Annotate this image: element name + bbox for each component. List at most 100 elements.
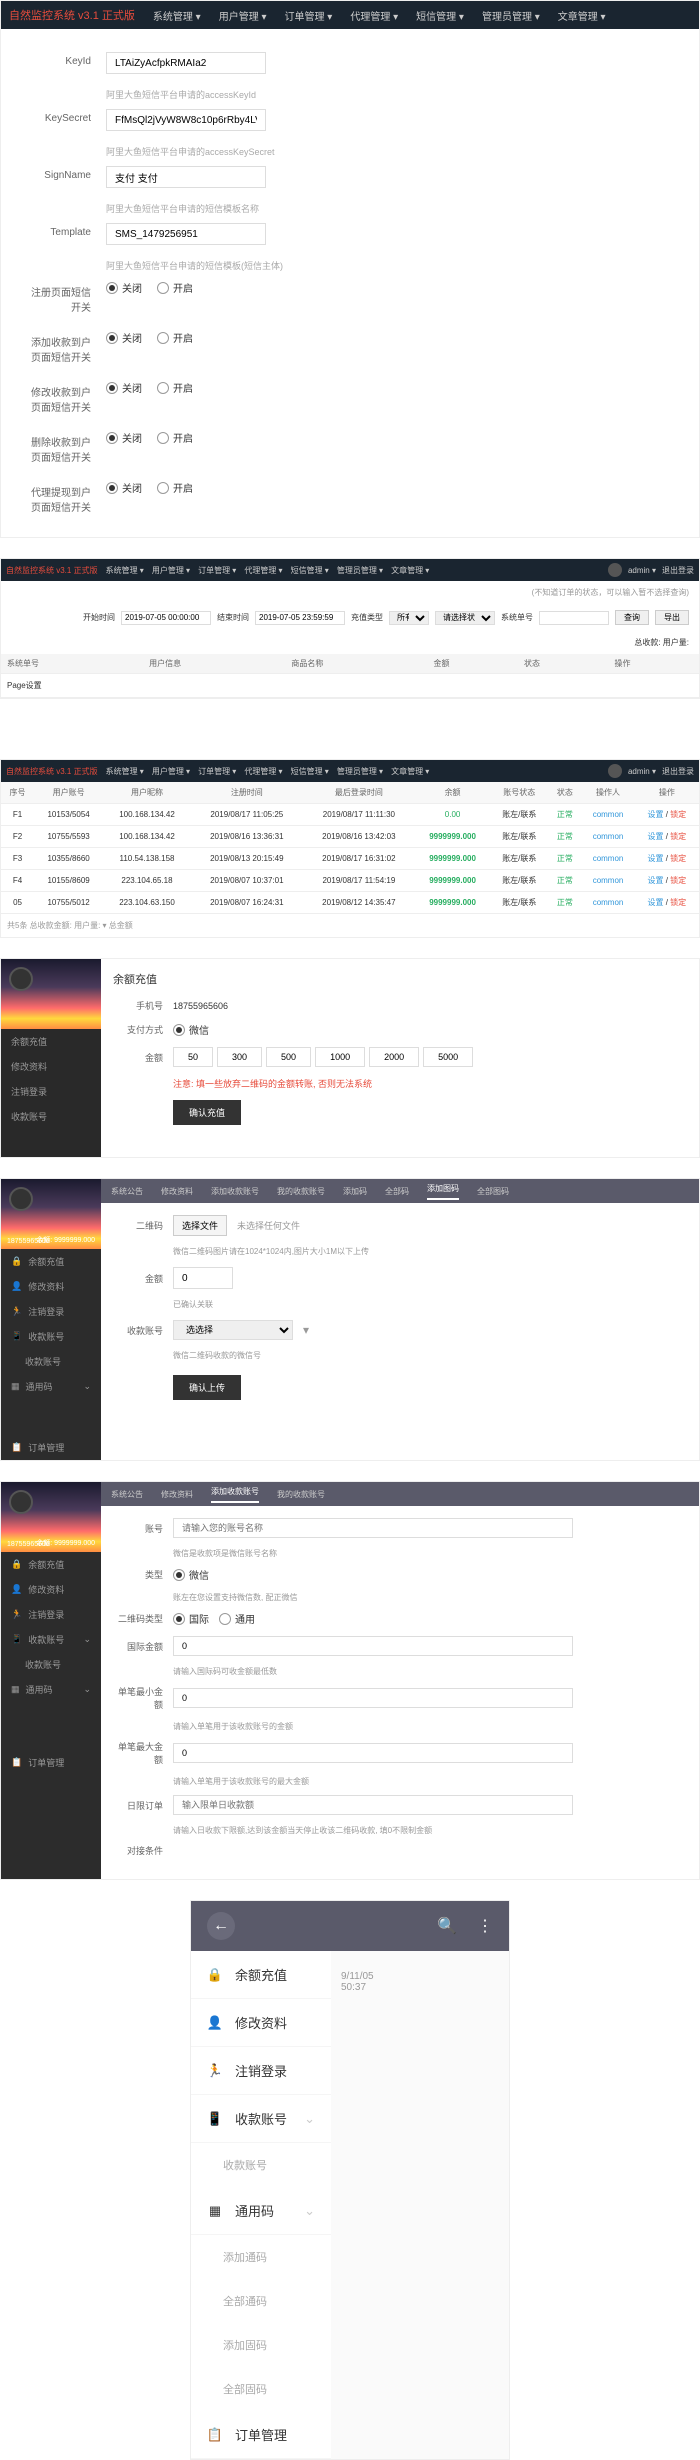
tab-2[interactable]: 添加收款账号 bbox=[211, 1186, 259, 1197]
avatar-icon[interactable] bbox=[608, 764, 622, 778]
order-input[interactable] bbox=[539, 611, 609, 625]
nav-system[interactable]: 系统管理 ▾ bbox=[145, 4, 209, 27]
sb-orders[interactable]: 📋 订单管理 bbox=[1, 1435, 101, 1460]
sb2-codes[interactable]: ▦ 通用码 ⌄ bbox=[1, 1677, 101, 1702]
search-button[interactable]: 查询 bbox=[615, 610, 649, 625]
tab3-3[interactable]: 我的收款账号 bbox=[277, 1489, 325, 1500]
amount-5000-button[interactable]: 5000 bbox=[423, 1047, 473, 1067]
radio-off[interactable]: 关闭 bbox=[106, 380, 142, 395]
file-select-button[interactable]: 选择文件 bbox=[173, 1215, 227, 1236]
sidebar-logout[interactable]: 注销登录 bbox=[1, 1079, 101, 1104]
tab-0[interactable]: 系统公告 bbox=[111, 1186, 143, 1197]
status2-select[interactable]: 请选择状态 bbox=[435, 611, 495, 625]
nav-admin[interactable]: 管理员管理 ▾ bbox=[474, 4, 548, 27]
table-row[interactable]: 0510755/5012223.104.63.1502019/08/07 16:… bbox=[1, 892, 699, 914]
radio-on[interactable]: 开启 bbox=[157, 280, 193, 295]
nav-article[interactable]: 文章管理 ▾ bbox=[550, 4, 614, 27]
sb-accounts[interactable]: 📱 收款账号 bbox=[1, 1324, 101, 1349]
sb2-logout[interactable]: 🏃 注销登录 bbox=[1, 1602, 101, 1627]
minlimit-input[interactable] bbox=[173, 1688, 573, 1708]
tab-1[interactable]: 修改资料 bbox=[161, 1186, 193, 1197]
nav-agent[interactable]: 代理管理 ▾ bbox=[342, 4, 406, 27]
mobile-subitem[interactable]: 收款账号 bbox=[191, 2143, 331, 2187]
type-radio[interactable]: 微信 bbox=[173, 1567, 209, 1582]
nav2-2[interactable]: 用户管理 ▾ bbox=[152, 565, 190, 576]
maxlimit-input[interactable] bbox=[173, 1743, 573, 1763]
sb2-profile[interactable]: 👤 修改资料 bbox=[1, 1577, 101, 1602]
radio-on[interactable]: 开启 bbox=[157, 380, 193, 395]
nav-user[interactable]: 用户管理 ▾ bbox=[211, 4, 275, 27]
end-date-input[interactable] bbox=[255, 611, 345, 625]
amount-input[interactable] bbox=[173, 1267, 233, 1289]
sb-logout[interactable]: 🏃 注销登录 bbox=[1, 1299, 101, 1324]
export-button[interactable]: 导出 bbox=[655, 610, 689, 625]
radio-off[interactable]: 关闭 bbox=[106, 480, 142, 495]
amount-300-button[interactable]: 300 bbox=[217, 1047, 262, 1067]
tab-5[interactable]: 全部码 bbox=[385, 1186, 409, 1197]
avatar-icon[interactable] bbox=[9, 1187, 33, 1211]
recharge-submit-button[interactable]: 确认充值 bbox=[173, 1100, 241, 1125]
mobile-item[interactable]: 🏃注销登录 bbox=[191, 2047, 331, 2095]
sb-recharge[interactable]: 🔒 余额充值 bbox=[1, 1249, 101, 1274]
minmax-input[interactable] bbox=[173, 1636, 573, 1656]
table-row[interactable]: F410155/8609223.104.65.182019/08/07 10:3… bbox=[1, 870, 699, 892]
nav2-1[interactable]: 系统管理 ▾ bbox=[106, 565, 144, 576]
sb2-recharge[interactable]: 🔒 余额充值 bbox=[1, 1552, 101, 1577]
radio-on[interactable]: 开启 bbox=[157, 430, 193, 445]
sb2-accounts[interactable]: 📱 收款账号 ⌄ bbox=[1, 1627, 101, 1652]
sidebar-profile[interactable]: 修改资料 bbox=[1, 1054, 101, 1079]
tab3-1[interactable]: 修改资料 bbox=[161, 1489, 193, 1500]
avatar-icon[interactable] bbox=[9, 967, 33, 991]
mobile-subitem[interactable]: 添加通码 bbox=[191, 2235, 331, 2279]
back-button[interactable]: ← bbox=[207, 1912, 235, 1940]
account-select[interactable]: 选选择 bbox=[173, 1320, 293, 1340]
table-row[interactable]: F110153/5054100.168.134.422019/08/17 11:… bbox=[1, 804, 699, 826]
mobile-subitem[interactable]: 全部固码 bbox=[191, 2367, 331, 2411]
status-select[interactable]: 所有 bbox=[389, 611, 429, 625]
avatar-icon[interactable] bbox=[608, 563, 622, 577]
sb-profile[interactable]: 👤 修改资料 bbox=[1, 1274, 101, 1299]
amount-50-button[interactable]: 50 bbox=[173, 1047, 213, 1067]
amount-1000-button[interactable]: 1000 bbox=[315, 1047, 365, 1067]
upload-submit-button[interactable]: 确认上传 bbox=[173, 1375, 241, 1400]
tab-6[interactable]: 添加图码 bbox=[427, 1183, 459, 1200]
qrtype-common-radio[interactable]: 通用 bbox=[219, 1611, 255, 1626]
sb2-orders[interactable]: 📋 订单管理 bbox=[1, 1750, 101, 1775]
avatar-icon[interactable] bbox=[9, 1490, 33, 1514]
keyid-input[interactable] bbox=[106, 52, 266, 74]
tab3-2[interactable]: 添加收款账号 bbox=[211, 1486, 259, 1503]
daily-input[interactable] bbox=[173, 1795, 573, 1815]
sidebar-accounts[interactable]: 收款账号 bbox=[1, 1104, 101, 1129]
mobile-item[interactable]: 🔒余额充值 bbox=[191, 1951, 331, 1999]
search-icon[interactable]: 🔍 bbox=[437, 1916, 457, 1936]
sidebar-recharge[interactable]: 余额充值 bbox=[1, 1029, 101, 1054]
mobile-item[interactable]: 📱收款账号⌄ bbox=[191, 2095, 331, 2143]
more-icon[interactable]: ⋮ bbox=[477, 1916, 493, 1936]
qrtype-intl-radio[interactable]: 国际 bbox=[173, 1611, 209, 1626]
table-row[interactable]: F310355/8660110.54.138.1582019/08/13 20:… bbox=[1, 848, 699, 870]
radio-off[interactable]: 关闭 bbox=[106, 330, 142, 345]
sb-codes[interactable]: ▦ 通用码 ⌄ bbox=[1, 1374, 101, 1399]
nav2-3[interactable]: 订单管理 ▾ bbox=[198, 565, 236, 576]
mobile-subitem[interactable]: 添加固码 bbox=[191, 2323, 331, 2367]
radio-on[interactable]: 开启 bbox=[157, 480, 193, 495]
nav-sms[interactable]: 短信管理 ▾ bbox=[408, 4, 472, 27]
amount-500-button[interactable]: 500 bbox=[266, 1047, 311, 1067]
amount-2000-button[interactable]: 2000 bbox=[369, 1047, 419, 1067]
tab-7[interactable]: 全部图码 bbox=[477, 1186, 509, 1197]
mobile-subitem[interactable]: 全部通码 bbox=[191, 2279, 331, 2323]
template-input[interactable] bbox=[106, 223, 266, 245]
table-row[interactable]: F210755/5593100.168.134.422019/08/16 13:… bbox=[1, 826, 699, 848]
keysecret-input[interactable] bbox=[106, 109, 266, 131]
nav2-4[interactable]: 代理管理 ▾ bbox=[244, 565, 282, 576]
tab3-0[interactable]: 系统公告 bbox=[111, 1489, 143, 1500]
mobile-item[interactable]: 📋订单管理 bbox=[191, 2411, 331, 2459]
nav2-7[interactable]: 文章管理 ▾ bbox=[391, 565, 429, 576]
nav2-5[interactable]: 短信管理 ▾ bbox=[291, 565, 329, 576]
radio-off[interactable]: 关闭 bbox=[106, 430, 142, 445]
tab-3[interactable]: 我的收款账号 bbox=[277, 1186, 325, 1197]
mobile-item[interactable]: 👤修改资料 bbox=[191, 1999, 331, 2047]
radio-on[interactable]: 开启 bbox=[157, 330, 193, 345]
nav2-6[interactable]: 管理员管理 ▾ bbox=[337, 565, 383, 576]
account-name-input[interactable] bbox=[173, 1518, 573, 1538]
